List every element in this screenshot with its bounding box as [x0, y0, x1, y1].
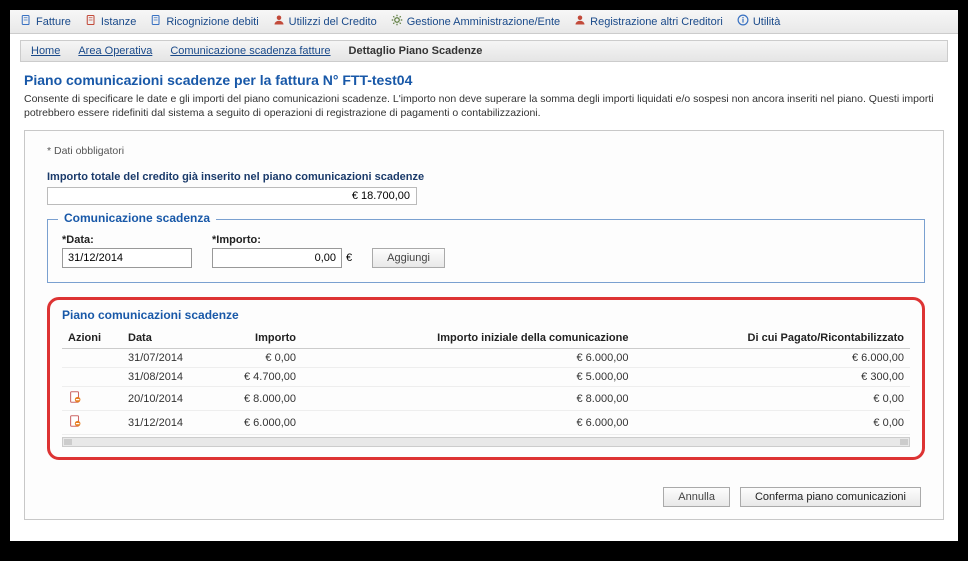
cell-pagato: € 0,00: [635, 387, 911, 411]
menu-label: Registrazione altri Creditori: [590, 16, 723, 28]
table-row: 31/07/2014€ 0,00€ 6.000,00€ 6.000,00: [62, 349, 910, 368]
cell-pagato: € 0,00: [635, 411, 911, 435]
comunicazione-scadenza-fieldset: Comunicazione scadenza *Data: *Importo: …: [47, 219, 925, 283]
cell-azioni: [62, 368, 122, 387]
importo-input[interactable]: [212, 248, 342, 268]
menu-label: Istanze: [101, 16, 136, 28]
top-menu: Fatture Istanze Ricognizione debiti Utilizz…: [10, 10, 958, 34]
cell-data: 31/12/2014: [122, 411, 212, 435]
breadcrumb-item: Dettaglio Piano Scadenze: [349, 45, 483, 57]
col-azioni: Azioni: [62, 328, 122, 349]
form-panel: * Dati obbligatori Importo totale del cr…: [24, 130, 944, 520]
importo-label: *Importo:: [212, 234, 352, 246]
comunicazione-legend: Comunicazione scadenza: [58, 211, 216, 225]
cell-importo: € 8.000,00: [212, 387, 302, 411]
aggiungi-button[interactable]: Aggiungi: [372, 248, 445, 268]
page-title: Piano comunicazioni scadenze per la fatt…: [24, 72, 944, 88]
table-row: 31/12/2014€ 6.000,00€ 6.000,00€ 0,00: [62, 411, 910, 435]
menu-label: Fatture: [36, 16, 71, 28]
menu-item-fatture[interactable]: Fatture: [20, 14, 71, 29]
required-hint: * Dati obbligatori: [47, 145, 925, 157]
cell-iniziale: € 5.000,00: [302, 368, 635, 387]
page-description: Consente di specificare le date e gli im…: [24, 92, 944, 120]
col-pagato: Di cui Pagato/Ricontabilizzato: [635, 328, 911, 349]
menu-label: Utilità: [753, 16, 781, 28]
breadcrumb-item[interactable]: Area Operativa: [78, 45, 152, 57]
piano-comunicazioni-box: Piano comunicazioni scadenze Azioni Data…: [47, 297, 925, 460]
menu-item-ricognizione-debiti[interactable]: Ricognizione debiti: [150, 14, 258, 29]
footer-buttons: Annulla Conferma piano comunicazioni: [663, 487, 921, 507]
cell-azioni: [62, 387, 122, 411]
total-credit-label: Importo totale del credito già inserito …: [47, 171, 925, 183]
col-iniziale: Importo iniziale della comunicazione: [302, 328, 635, 349]
user-red-icon: [574, 14, 586, 29]
menu-item-gestione-amministrazione-ente[interactable]: Gestione Amministrazione/Ente: [391, 14, 560, 29]
piano-table: Azioni Data Importo Importo iniziale del…: [62, 328, 910, 435]
breadcrumb-item[interactable]: Home: [31, 45, 60, 57]
currency-label: €: [346, 252, 352, 264]
gear-icon: [391, 14, 403, 29]
breadcrumb: Home Area Operativa Comunicazione scadenza…: [20, 40, 948, 62]
cell-azioni: [62, 349, 122, 368]
cell-pagato: € 300,00: [635, 368, 911, 387]
doc-icon: [150, 14, 162, 29]
cell-data: 31/07/2014: [122, 349, 212, 368]
total-credit-value: € 18.700,00: [47, 187, 417, 205]
cell-pagato: € 6.000,00: [635, 349, 911, 368]
menu-label: Utilizzi del Credito: [289, 16, 377, 28]
data-input[interactable]: [62, 248, 192, 268]
doc-icon: [20, 14, 32, 29]
col-data: Data: [122, 328, 212, 349]
annulla-button[interactable]: Annulla: [663, 487, 730, 507]
data-label: *Data:: [62, 234, 192, 246]
breadcrumb-item[interactable]: Comunicazione scadenza fatture: [170, 45, 330, 57]
table-scrollbar[interactable]: [62, 437, 910, 447]
menu-item-registrazione-altri-creditori[interactable]: Registrazione altri Creditori: [574, 14, 723, 29]
menu-label: Gestione Amministrazione/Ente: [407, 16, 560, 28]
cell-importo: € 0,00: [212, 349, 302, 368]
menu-item-utilit-[interactable]: Utilità: [737, 14, 781, 29]
conferma-button[interactable]: Conferma piano comunicazioni: [740, 487, 921, 507]
cell-iniziale: € 6.000,00: [302, 411, 635, 435]
cell-importo: € 4.700,00: [212, 368, 302, 387]
info-icon: [737, 14, 749, 29]
doc-red-icon: [85, 14, 97, 29]
cell-data: 31/08/2014: [122, 368, 212, 387]
delete-row-icon[interactable]: [68, 390, 82, 404]
cell-iniziale: € 8.000,00: [302, 387, 635, 411]
cell-azioni: [62, 411, 122, 435]
cell-data: 20/10/2014: [122, 387, 212, 411]
cell-importo: € 6.000,00: [212, 411, 302, 435]
piano-title: Piano comunicazioni scadenze: [62, 308, 910, 322]
delete-row-icon[interactable]: [68, 414, 82, 428]
menu-item-istanze[interactable]: Istanze: [85, 14, 136, 29]
menu-label: Ricognizione debiti: [166, 16, 258, 28]
menu-item-utilizzi-del-credito[interactable]: Utilizzi del Credito: [273, 14, 377, 29]
col-importo: Importo: [212, 328, 302, 349]
table-row: 20/10/2014€ 8.000,00€ 8.000,00€ 0,00: [62, 387, 910, 411]
cell-iniziale: € 6.000,00: [302, 349, 635, 368]
table-row: 31/08/2014€ 4.700,00€ 5.000,00€ 300,00: [62, 368, 910, 387]
user-red-icon: [273, 14, 285, 29]
